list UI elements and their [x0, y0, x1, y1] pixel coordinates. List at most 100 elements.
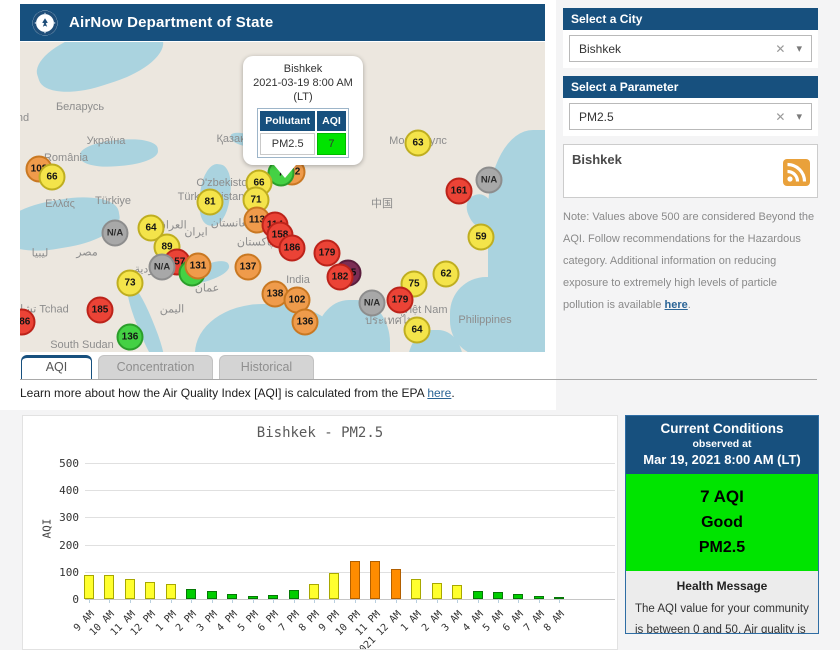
epa-here-link[interactable]: here: [427, 386, 451, 400]
popup-pollutant-header: Pollutant: [260, 111, 316, 131]
note-here-link[interactable]: here: [665, 299, 688, 311]
chart-bar[interactable]: [104, 575, 114, 599]
aqi-marker[interactable]: 59: [467, 223, 495, 251]
chart-bar[interactable]: [452, 585, 462, 599]
chart-gridline: [85, 463, 615, 464]
aqi-category: Good: [701, 514, 743, 531]
chart-bar[interactable]: [370, 561, 380, 599]
tab-aqi[interactable]: AQI: [21, 355, 92, 379]
aqi-parameter: PM2.5: [698, 539, 746, 556]
popup-datetime: 2021-03-19 8:00 AM: [253, 77, 353, 89]
city-caret-icon[interactable]: ▾: [796, 42, 802, 55]
chart-y-tick-label: 100: [59, 566, 79, 579]
aqi-marker[interactable]: 136: [116, 323, 144, 351]
chart-x-tick-mark: [559, 599, 560, 603]
chart-x-tick-mark: [375, 599, 376, 603]
chart-bar[interactable]: [289, 590, 299, 599]
health-message-section: Health Message The AQI value for your co…: [626, 571, 818, 633]
aqi-marker[interactable]: 179: [386, 286, 414, 314]
health-message-title: Health Message: [676, 579, 768, 593]
chart-x-tick-mark: [396, 599, 397, 603]
aqi-marker[interactable]: 136: [291, 308, 319, 336]
city-select-value: Bishkek: [579, 41, 622, 56]
chart-bar[interactable]: [391, 569, 401, 599]
map-country-label: اليمن: [159, 303, 185, 316]
aqi-marker[interactable]: 182: [326, 263, 354, 291]
chart-x-tick-mark: [478, 599, 479, 603]
chart-bar[interactable]: [493, 592, 503, 599]
aqi-marker[interactable]: 63: [404, 129, 432, 157]
parameter-caret-icon[interactable]: ▾: [796, 110, 802, 123]
chart-x-tick-mark: [273, 599, 274, 603]
app-title: AirNow Department of State: [69, 14, 274, 31]
aqi-marker[interactable]: N/A: [475, 166, 503, 194]
chart-x-tick-mark: [294, 599, 295, 603]
map-country-label: مصر: [76, 246, 98, 259]
chart-bar[interactable]: [84, 575, 94, 599]
chart-y-tick-label: 500: [59, 457, 79, 470]
aqi-marker[interactable]: N/A: [148, 253, 176, 281]
chart-bar[interactable]: [411, 579, 421, 599]
rss-feed-box: Bishkek: [563, 144, 818, 198]
popup-pointer: [274, 165, 296, 178]
map-country-label: ایران: [184, 226, 208, 239]
chart-bar[interactable]: [329, 573, 339, 599]
rss-icon[interactable]: [783, 159, 810, 191]
current-conditions-panel: Current Conditions observed at Mar 19, 2…: [625, 415, 819, 634]
chart-x-tick-mark: [314, 599, 315, 603]
chart-x-tick-mark: [539, 599, 540, 603]
chart-x-tick-mark: [130, 599, 131, 603]
tab-historical[interactable]: Historical: [219, 355, 314, 379]
chart-bar[interactable]: [473, 591, 483, 599]
parameter-select[interactable]: PM2.5 ✕ ▾: [569, 103, 812, 130]
chart-bar[interactable]: [125, 579, 135, 599]
chart-x-tick-mark: [437, 599, 438, 603]
aqi-marker[interactable]: 186: [278, 234, 306, 262]
map-popup: Bishkek 2021-03-19 8:00 AM (LT) Pollutan…: [243, 56, 363, 178]
chart-x-tick-mark: [355, 599, 356, 603]
aqi-map[interactable]: ndБеларусьУкраїнаҚазақстанRomâniaTürkiye…: [20, 42, 545, 352]
city-clear-icon[interactable]: ✕: [775, 42, 785, 56]
observed-time: Mar 19, 2021 8:00 AM (LT): [643, 452, 801, 467]
aqi-marker[interactable]: 62: [432, 260, 460, 288]
aqi-marker[interactable]: 131: [184, 252, 212, 280]
parameter-clear-icon[interactable]: ✕: [775, 110, 785, 124]
aqi-note-text: Note: Values above 500 are considered Be…: [563, 211, 815, 311]
map-country-label: 中国: [371, 198, 393, 210]
aqi-marker[interactable]: 179: [313, 239, 341, 267]
chart-bar[interactable]: [309, 584, 319, 599]
popup-city: Bishkek: [283, 63, 323, 75]
chart-gridline: [85, 599, 615, 600]
chart-x-tick-mark: [171, 599, 172, 603]
city-select[interactable]: Bishkek ✕ ▾: [569, 35, 812, 62]
aqi-marker[interactable]: N/A: [358, 289, 386, 317]
chart-y-tick-label: 0: [72, 593, 79, 606]
aqi-marker[interactable]: 81: [196, 188, 224, 216]
chart-bar[interactable]: [145, 582, 155, 599]
popup-timezone: (LT): [293, 91, 313, 103]
aqi-marker[interactable]: 66: [38, 163, 66, 191]
chart-bar[interactable]: [432, 583, 442, 599]
chart-y-tick-label: 200: [59, 539, 79, 552]
map-country-label: Беларусь: [55, 101, 105, 113]
aqi-marker[interactable]: 185: [86, 296, 114, 324]
map-country-label: Philippines: [458, 314, 512, 326]
select-parameter-header: Select a Parameter: [563, 76, 818, 98]
chart-x-tick-mark: [150, 599, 151, 603]
chart-bar[interactable]: [207, 591, 217, 599]
chart-x-tick-mark: [212, 599, 213, 603]
tab-concentration[interactable]: Concentration: [98, 355, 213, 379]
aqi-marker[interactable]: 161: [445, 177, 473, 205]
popup-pollutant-value: PM2.5: [260, 133, 316, 155]
aqi-marker[interactable]: 64: [403, 316, 431, 344]
chart-bar[interactable]: [166, 584, 176, 599]
popup-table: Pollutant AQI PM2.5 7: [257, 108, 349, 158]
map-country-label: Ελλάς: [45, 198, 75, 210]
map-country-label: nd: [20, 112, 30, 124]
aqi-marker[interactable]: N/A: [101, 219, 129, 247]
aqi-chart: Bishkek - PM2.5 AQI 0 100 200 300 400 500 9 AM…: [22, 415, 618, 650]
chart-bar[interactable]: [350, 561, 360, 599]
aqi-marker[interactable]: 73: [116, 269, 144, 297]
aqi-marker[interactable]: 137: [234, 253, 262, 281]
chart-bar[interactable]: [186, 589, 196, 599]
